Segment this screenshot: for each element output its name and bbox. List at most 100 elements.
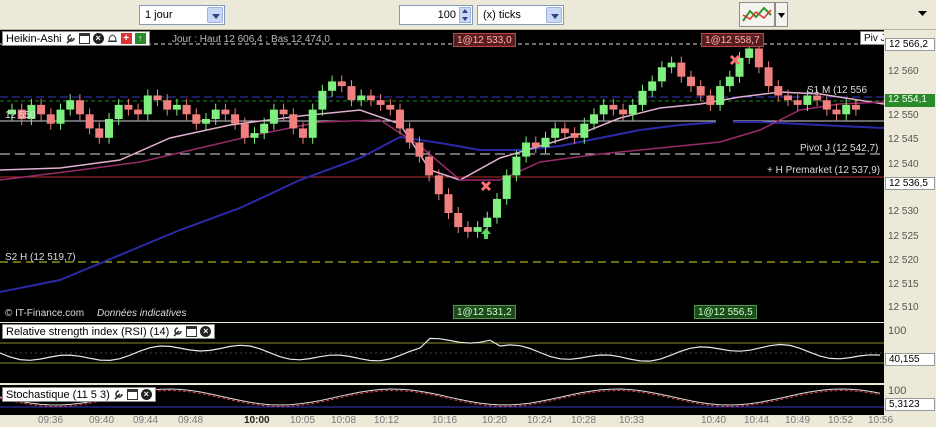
axis-tick: 12 530 xyxy=(888,206,919,217)
candle xyxy=(473,227,482,232)
trade-tag[interactable]: 1@12 533,0 xyxy=(453,33,516,47)
position-marker xyxy=(716,113,733,132)
rsi-axis: 100 40,155 xyxy=(884,323,936,383)
period-select-value: 1 jour xyxy=(145,9,173,21)
candle xyxy=(37,104,46,115)
copyright-label: © IT-Finance.com xyxy=(5,308,85,319)
candle xyxy=(153,95,162,101)
app-window: 1 jour 100 (x) ticks Heikin-Ashi × + ↑ J… xyxy=(0,0,936,427)
wrench-icon[interactable] xyxy=(113,389,124,400)
candle xyxy=(522,142,531,157)
candle xyxy=(415,142,424,157)
buy-arrow-icon xyxy=(484,234,488,239)
candle xyxy=(172,104,181,110)
stoch-value-box: 5,3123 xyxy=(885,398,935,411)
candle xyxy=(337,81,346,87)
candle xyxy=(221,109,230,115)
spin-arrows-icon[interactable] xyxy=(459,7,471,23)
candle xyxy=(502,175,511,199)
time-tick: 09:36 xyxy=(38,415,64,426)
pivot-j-tag: Piv J xyxy=(860,31,884,45)
candle xyxy=(240,123,249,138)
candle xyxy=(463,227,472,232)
time-tick: 10:24 xyxy=(527,415,553,426)
ticks-unit-select[interactable]: (x) ticks xyxy=(477,5,564,25)
time-tick: 10:05 xyxy=(290,415,316,426)
s2-h-label: S2 H (12 519,7) xyxy=(5,252,76,263)
toolbar-menu-dropdown[interactable] xyxy=(917,6,928,20)
candle xyxy=(667,62,676,68)
candle xyxy=(784,95,792,101)
chart-style-dropdown[interactable] xyxy=(775,2,788,27)
axis-tick: 12 515 xyxy=(888,279,919,290)
candle xyxy=(551,128,560,138)
wrench-icon[interactable] xyxy=(65,33,76,44)
window-icon[interactable] xyxy=(78,33,90,44)
axis-tick: 100 xyxy=(888,325,907,337)
chevron-down-icon xyxy=(778,13,785,18)
chevron-down-icon[interactable] xyxy=(207,7,223,23)
bell-icon[interactable] xyxy=(107,33,118,44)
price-chart-canvas[interactable] xyxy=(0,30,884,322)
candle xyxy=(56,109,65,124)
axis-tick: 12 525 xyxy=(888,231,919,242)
window-icon[interactable] xyxy=(186,326,198,337)
period-select[interactable]: 1 jour xyxy=(139,5,225,25)
time-tick: 10:40 xyxy=(701,415,727,426)
trade-tag[interactable]: 1@12 558,7 xyxy=(701,33,764,47)
trade-tag[interactable]: 1@12 531,2 xyxy=(453,305,516,319)
ticks-stepper[interactable]: 100 xyxy=(399,5,473,25)
trade-tag[interactable]: 1@12 556,5 xyxy=(694,305,757,319)
toolbar: 1 jour 100 (x) ticks xyxy=(0,0,936,30)
candle xyxy=(308,109,317,138)
arrow-up-icon[interactable]: ↑ xyxy=(134,33,146,44)
time-tick: 09:44 xyxy=(133,415,159,426)
close-icon[interactable]: × xyxy=(200,326,212,337)
time-tick: 10:44 xyxy=(744,415,770,426)
candle xyxy=(657,67,666,82)
window-icon[interactable] xyxy=(126,389,138,400)
add-order-icon[interactable]: + xyxy=(120,33,132,44)
moving-average-purple xyxy=(0,101,884,181)
candle xyxy=(269,109,278,124)
candle xyxy=(328,81,337,91)
candle xyxy=(434,175,443,195)
axis-tick: 12 550 xyxy=(888,110,919,121)
chevron-down-icon[interactable] xyxy=(546,7,562,23)
price-chart[interactable]: Heikin-Ashi × + ↑ Jour : Haut 12 606,4 ;… xyxy=(0,30,884,322)
stoch-title: Stochastique (11 5 3) xyxy=(6,388,110,401)
candle xyxy=(260,123,269,134)
candle xyxy=(706,95,715,105)
candle xyxy=(95,128,104,138)
candle xyxy=(687,76,695,87)
axis-tick: 12 520 xyxy=(888,255,919,266)
chevron-down-icon xyxy=(918,11,927,16)
price-green-box: 12 554,1 xyxy=(885,94,935,107)
chart-style-button[interactable] xyxy=(739,2,775,27)
close-icon[interactable]: × xyxy=(92,33,104,44)
candle xyxy=(822,100,831,110)
wrench-icon[interactable] xyxy=(172,326,183,337)
candle xyxy=(493,198,501,218)
stoch-panel[interactable]: Stochastique (11 5 3) × xyxy=(0,385,884,415)
candle xyxy=(66,100,75,110)
candle xyxy=(580,123,589,138)
last-price-box: 12 536,5 xyxy=(885,177,935,190)
pivot-j-label: Pivot J (12 542,7) xyxy=(800,143,879,154)
candle xyxy=(105,119,113,138)
candle xyxy=(405,128,414,143)
candle xyxy=(774,86,783,96)
rsi-panel[interactable]: Relative strength index (RSI) (14) × xyxy=(0,323,884,383)
rsi-header: Relative strength index (RSI) (14) × xyxy=(2,324,216,339)
candle xyxy=(75,100,84,115)
candle xyxy=(832,109,841,115)
level-label: 12 550 xyxy=(5,110,36,121)
time-tick: 10:16 xyxy=(432,415,458,426)
candle xyxy=(134,109,143,115)
close-icon[interactable]: × xyxy=(140,389,152,400)
candle xyxy=(716,86,725,105)
candle xyxy=(444,194,453,213)
candle xyxy=(211,109,220,119)
moving-average-blue xyxy=(0,121,884,293)
candle xyxy=(366,95,375,101)
